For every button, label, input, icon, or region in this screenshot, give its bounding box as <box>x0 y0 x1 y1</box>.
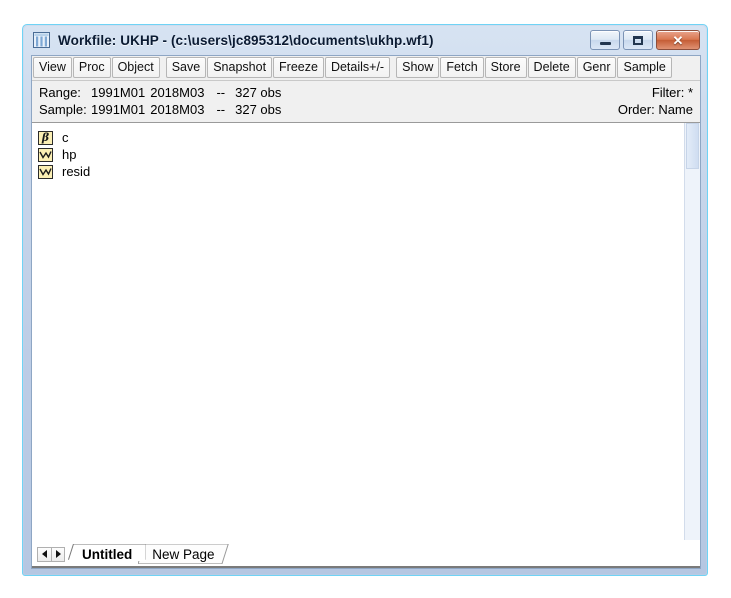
workfile-client-area: View Proc Object Save Snapshot Freeze De… <box>31 55 701 569</box>
sample-start: 1991M01 <box>91 102 146 117</box>
tab-nav-group <box>37 544 65 564</box>
page-tab-bar: Untitled New Page <box>32 540 700 568</box>
delete-button[interactable]: Delete <box>527 57 576 78</box>
series-curve-icon <box>38 147 53 162</box>
save-button[interactable]: Save <box>165 57 207 78</box>
range-row: Range: 1991M01 2018M03 -- 327 obs Filter… <box>39 84 693 101</box>
object-list-region: β c hp resid <box>32 123 700 540</box>
vertical-scrollbar[interactable] <box>684 123 700 540</box>
list-item[interactable]: β c <box>38 129 684 146</box>
object-list[interactable]: β c hp resid <box>32 123 684 540</box>
title-bar[interactable]: Workfile: UKHP - (c:\users\jc895312\docu… <box>24 26 706 54</box>
freeze-button[interactable]: Freeze <box>273 57 324 78</box>
maximize-button[interactable] <box>623 30 653 50</box>
list-item[interactable]: hp <box>38 146 684 163</box>
proc-button[interactable]: Proc <box>72 57 111 78</box>
workfile-window: Workfile: UKHP - (c:\users\jc895312\docu… <box>22 24 708 576</box>
range-obs: 327 obs <box>235 85 282 100</box>
vertical-scrollbar-thumb[interactable] <box>686 123 699 169</box>
order-status: Order: Name <box>617 102 693 117</box>
minimize-button[interactable] <box>590 30 620 50</box>
tab-untitled[interactable]: Untitled <box>68 544 147 566</box>
sample-end: 2018M03 <box>150 102 205 117</box>
toolbar-separator-1 <box>161 57 166 80</box>
coef-beta-icon: β <box>38 130 53 145</box>
range-dash: -- <box>216 85 226 100</box>
window-title: Workfile: UKHP - (c:\users\jc895312\docu… <box>58 32 434 48</box>
maximize-icon <box>633 35 643 45</box>
workfile-info-panel: Range: 1991M01 2018M03 -- 327 obs Filter… <box>32 81 700 123</box>
store-button[interactable]: Store <box>484 57 527 78</box>
sample-obs: 327 obs <box>235 102 282 117</box>
genr-button[interactable]: Genr <box>576 57 617 78</box>
range-label: Range: <box>39 85 81 100</box>
fetch-button[interactable]: Fetch <box>440 57 484 78</box>
window-controls: ✕ <box>590 30 700 50</box>
filter-status: Filter: * <box>651 85 693 100</box>
close-button[interactable]: ✕ <box>656 30 700 50</box>
sample-row: Sample: 1991M01 2018M03 -- 327 obs Order… <box>39 101 693 118</box>
sample-button[interactable]: Sample <box>617 57 672 78</box>
list-item[interactable]: resid <box>38 163 684 180</box>
range-end: 2018M03 <box>150 85 205 100</box>
workfile-grid-icon <box>33 32 50 48</box>
show-button[interactable]: Show <box>396 57 440 78</box>
tab-scroll-right-button[interactable] <box>51 546 65 562</box>
chevron-left-icon <box>42 550 47 558</box>
sample-dash: -- <box>216 102 226 117</box>
object-name: c <box>62 130 69 145</box>
range-start: 1991M01 <box>91 85 146 100</box>
tab-label: Untitled <box>82 547 133 563</box>
tab-new-page[interactable]: New Page <box>138 544 229 566</box>
chevron-right-icon <box>55 550 61 558</box>
workfile-toolbar: View Proc Object Save Snapshot Freeze De… <box>32 56 700 81</box>
object-name: hp <box>62 147 77 162</box>
snapshot-button[interactable]: Snapshot <box>207 57 273 78</box>
close-icon: ✕ <box>672 32 684 48</box>
view-button[interactable]: View <box>33 57 72 78</box>
minimize-icon <box>599 41 611 45</box>
object-button[interactable]: Object <box>111 57 160 78</box>
object-name: resid <box>62 164 91 179</box>
tab-scroll-left-button[interactable] <box>37 546 51 562</box>
series-curve-icon <box>38 164 53 179</box>
sample-label: Sample: <box>39 102 87 117</box>
details-toggle-button[interactable]: Details+/- <box>324 57 391 78</box>
tab-label: New Page <box>152 547 215 563</box>
